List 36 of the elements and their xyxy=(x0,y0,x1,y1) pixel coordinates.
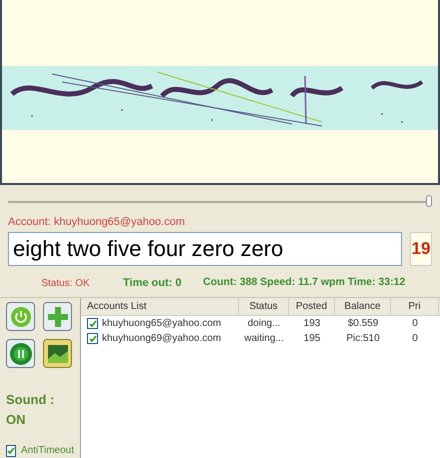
account-label: Account: khuyhuong65@yahoo.com xyxy=(8,214,186,230)
column-header[interactable]: Pri xyxy=(391,298,439,315)
check-icon xyxy=(7,446,15,454)
plus-icon xyxy=(46,306,68,328)
column-header[interactable]: Posted xyxy=(289,298,335,315)
power-button[interactable] xyxy=(6,302,35,331)
table-cell-text: waiting... xyxy=(243,332,285,346)
table-cell-text: 0 xyxy=(411,332,419,346)
checkbox[interactable] xyxy=(87,333,98,344)
add-button[interactable] xyxy=(43,302,72,331)
table-cell-text: khuyhuong69@yahoo.com xyxy=(102,332,222,346)
checkbox-label: AntiTimeout xyxy=(21,444,74,458)
status-label: Status: OK xyxy=(40,276,91,290)
table-cell-text: 0 xyxy=(411,317,419,331)
table-cell-text: 193 xyxy=(302,317,322,331)
counter-label: 19 xyxy=(410,232,432,266)
table-cell-text: khuyhuong65@yahoo.com xyxy=(102,317,222,331)
pause-icon xyxy=(8,342,32,366)
stats-label: Count: 388 Speed: 11.7 wpm Time: 33:12 xyxy=(203,275,406,290)
column-header[interactable]: Accounts List xyxy=(81,298,239,315)
checkbox[interactable] xyxy=(87,318,98,329)
checkbox[interactable] xyxy=(6,444,16,456)
image-icon xyxy=(48,344,68,362)
timeout-label: Time out: 0 xyxy=(123,276,182,291)
table-cell-text: 195 xyxy=(302,332,322,346)
table-cell-text: Pic:510 xyxy=(345,332,381,346)
sound-label: Sound : ON xyxy=(6,391,56,428)
answer-field[interactable]: eight two five four zero zero xyxy=(8,232,402,266)
image-button[interactable] xyxy=(43,339,72,368)
column-header[interactable]: Balance xyxy=(335,298,391,315)
slider-thumb[interactable] xyxy=(426,194,432,206)
pause-button[interactable] xyxy=(6,339,35,368)
table-cell-text: doing... xyxy=(246,317,282,331)
power-icon xyxy=(10,306,32,328)
column-header[interactable]: Status xyxy=(239,298,289,315)
table-cell-text: $0.559 xyxy=(346,317,380,331)
